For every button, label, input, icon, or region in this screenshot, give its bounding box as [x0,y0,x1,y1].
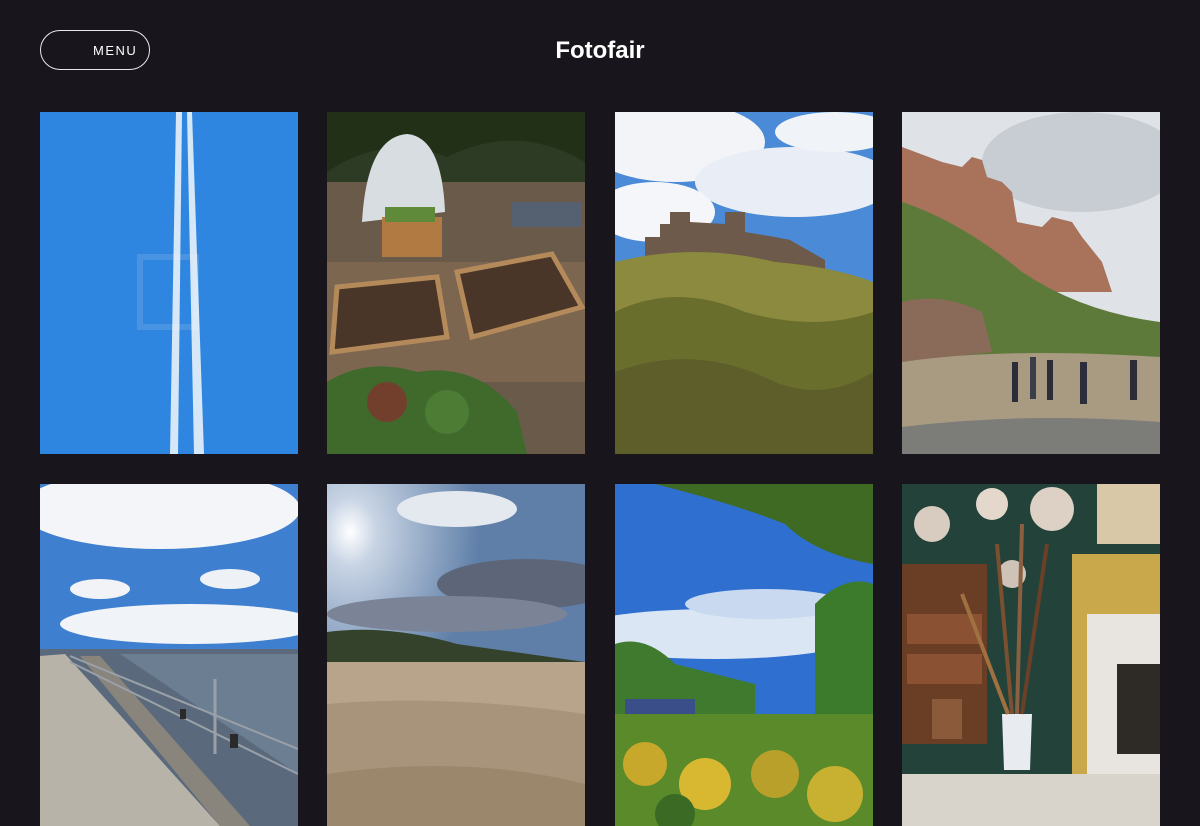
photo-castle-dunes[interactable] [614,112,873,454]
site-header: MENU Fotofair [0,0,1200,112]
photo-contrails-sky[interactable] [40,112,298,454]
photo-allotment-greenhouse[interactable] [327,112,586,454]
photo-pier-railing-sea[interactable] [40,484,298,826]
photo-allotment-trees-sky[interactable] [614,484,873,826]
site-title[interactable]: Fotofair [0,36,1200,66]
photo-castle-cliff-walkers[interactable] [901,112,1160,454]
photo-fireplace-brushes[interactable] [901,484,1160,826]
photo-sunny-beach[interactable] [327,484,586,826]
photo-gallery [40,112,1160,826]
